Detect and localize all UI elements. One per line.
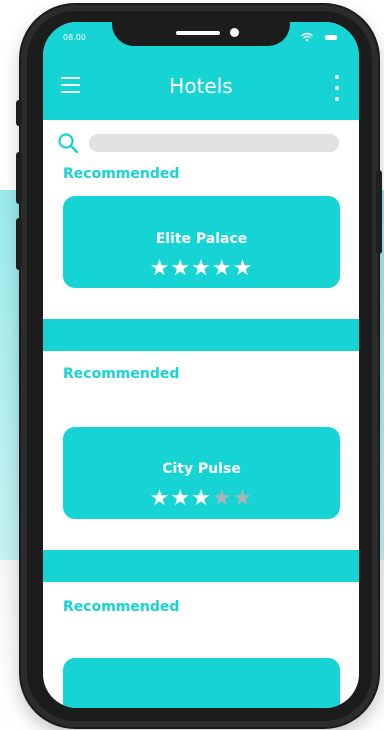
kebab-menu-icon[interactable] [333,74,341,102]
section-label-recommended: Recommended [63,599,180,615]
hotel-card[interactable]: Elite Palace ★★★★★ [63,196,340,288]
status-time: 08.00 [63,33,86,42]
section-label-recommended: Recommended [63,166,180,182]
star-rating: ★★★★★ [63,258,340,280]
section-label-recommended: Recommended [63,366,180,382]
star-empty-icon: ★ [232,486,254,511]
phone-notch [112,22,290,46]
star-icon: ★ [191,486,212,511]
star-rating: ★★★★★ [63,488,340,510]
page-title: Hotels [169,74,233,98]
section-divider [43,319,359,351]
star-icon: ★ [232,256,254,281]
hotel-name: Elite Palace [155,231,248,247]
hotel-name: City Pulse [162,461,241,477]
star-icon: ★ [170,256,192,281]
battery-icon [325,35,337,40]
front-camera [230,28,239,37]
star-icon: ★ [191,256,212,281]
hotel-card[interactable] [63,658,340,708]
phone-mute-switch [16,100,22,126]
star-icon: ★ [170,486,192,511]
app-bar: Hotels [43,52,359,120]
hotel-card[interactable]: City Pulse ★★★★★ [63,427,340,519]
search-input[interactable] [89,134,339,152]
star-icon: ★ [211,256,233,281]
wifi-icon [301,32,313,42]
phone-screen: 08.00 Hotels Recommended Elite Palace ★★… [43,22,359,708]
phone-volume-down [16,218,22,270]
phone-power-button [376,170,382,254]
section-divider [43,550,359,582]
star-icon: ★ [149,486,171,511]
search-icon[interactable] [57,132,79,154]
phone-volume-up [16,152,22,204]
speaker-grille [176,31,220,35]
star-icon: ★ [149,256,171,281]
star-empty-icon: ★ [211,486,233,511]
